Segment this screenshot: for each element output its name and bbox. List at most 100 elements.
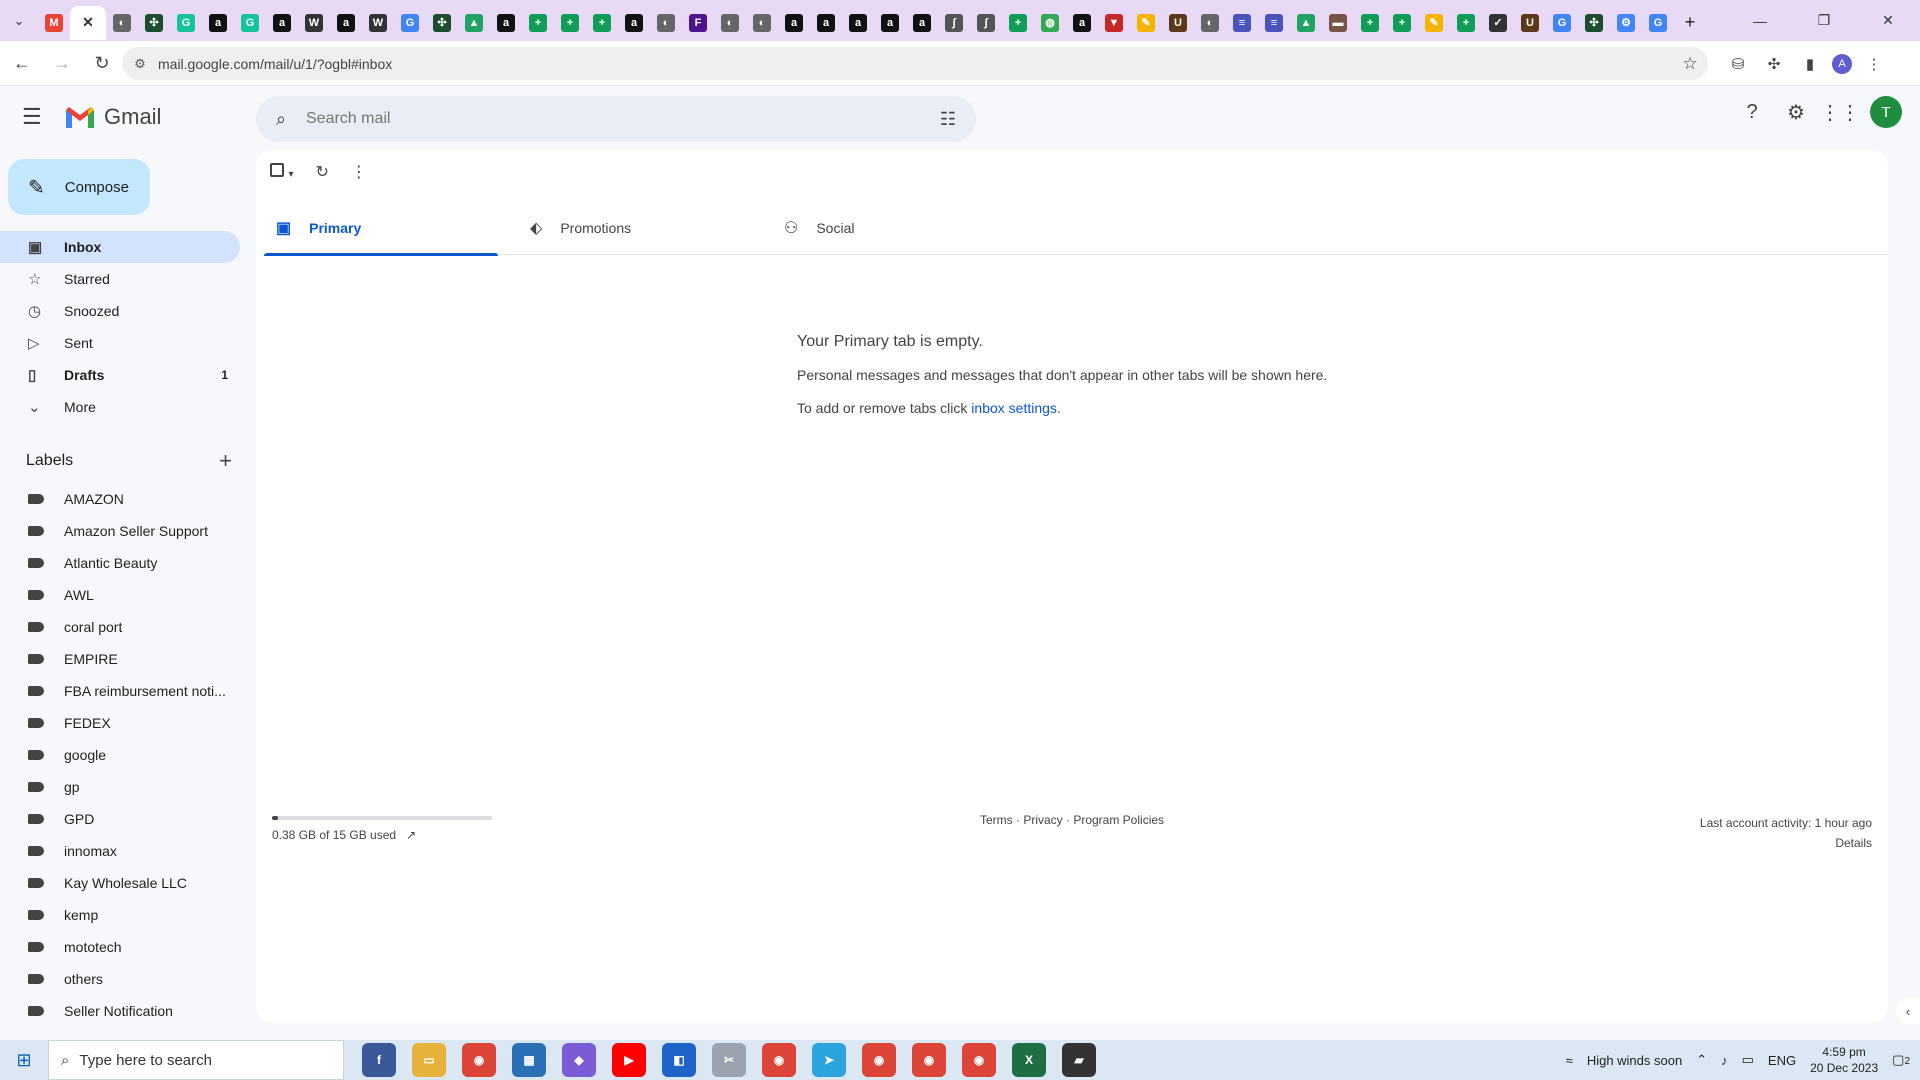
language-indicator[interactable]: ENG: [1768, 1053, 1796, 1068]
side-panel-toggle-icon[interactable]: ‹: [1896, 998, 1920, 1024]
tab-primary[interactable]: ▣ Primary: [264, 200, 518, 256]
compose-button[interactable]: ✎ Compose: [8, 159, 150, 215]
browser-tab[interactable]: G: [234, 6, 266, 40]
inbox-settings-link[interactable]: inbox settings: [971, 400, 1057, 416]
browser-tab[interactable]: U: [1514, 6, 1546, 40]
snipping-tool-icon[interactable]: ✂: [712, 1043, 746, 1077]
browser-tab[interactable]: ✣: [138, 6, 170, 40]
label-item[interactable]: FEDEX: [0, 707, 240, 739]
label-item[interactable]: AWL: [0, 579, 240, 611]
facebook-icon[interactable]: f: [362, 1043, 396, 1077]
browser-tab[interactable]: a: [202, 6, 234, 40]
weather-text[interactable]: High winds soon: [1587, 1053, 1682, 1068]
browser-tab[interactable]: ▲: [458, 6, 490, 40]
browser-tab[interactable]: W: [362, 6, 394, 40]
chrome-profile-c-icon[interactable]: ◉: [912, 1043, 946, 1077]
telegram-icon[interactable]: ➤: [812, 1043, 846, 1077]
label-item[interactable]: AMAZON: [0, 483, 240, 515]
label-item[interactable]: google: [0, 739, 240, 771]
tray-overflow-icon[interactable]: ⌃: [1696, 1052, 1707, 1068]
sidebar-item-starred[interactable]: ☆ Starred: [0, 263, 240, 295]
browser-tab[interactable]: ∫: [938, 6, 970, 40]
browser-tab[interactable]: a: [778, 6, 810, 40]
browser-tab[interactable]: G: [1546, 6, 1578, 40]
close-icon[interactable]: ✕: [82, 14, 94, 31]
chrome-profile-g-icon[interactable]: ◉: [962, 1043, 996, 1077]
select-all-checkbox[interactable]: ▾: [270, 162, 293, 182]
chrome-profile-a-icon[interactable]: ◉: [862, 1043, 896, 1077]
browser-profile-avatar[interactable]: A: [1832, 53, 1852, 74]
browser-tab[interactable]: a: [618, 6, 650, 40]
browser-tab[interactable]: U: [1162, 6, 1194, 40]
volume-icon[interactable]: ♪: [1721, 1053, 1728, 1068]
main-menu-icon[interactable]: ☰: [22, 106, 48, 130]
label-item[interactable]: mototech: [0, 931, 240, 963]
extensions-puzzle-icon[interactable]: ✣: [1760, 47, 1788, 80]
browser-tab[interactable]: ≡: [1258, 6, 1290, 40]
browser-tab[interactable]: a: [842, 6, 874, 40]
label-item[interactable]: FBA reimbursement noti...: [0, 675, 240, 707]
browser-tab[interactable]: +: [1386, 6, 1418, 40]
details-link[interactable]: Details: [1700, 833, 1872, 853]
browser-tab[interactable]: W: [298, 6, 330, 40]
browser-tab[interactable]: ⚙: [1610, 6, 1642, 40]
browser-tab[interactable]: a: [330, 6, 362, 40]
side-panel-icon[interactable]: ▮: [1796, 47, 1824, 80]
create-label-plus-icon[interactable]: +: [219, 448, 232, 474]
label-item[interactable]: GPD: [0, 803, 240, 835]
search-input[interactable]: [306, 110, 920, 128]
copilot-icon[interactable]: ◆: [562, 1043, 596, 1077]
chrome-icon[interactable]: ◉: [462, 1043, 496, 1077]
browser-tab[interactable]: ◍: [1034, 6, 1066, 40]
browser-tab[interactable]: G: [394, 6, 426, 40]
label-item[interactable]: innomax: [0, 835, 240, 867]
browser-tab[interactable]: a: [810, 6, 842, 40]
browser-tab[interactable]: ▲: [1290, 6, 1322, 40]
reload-icon[interactable]: ↻: [84, 45, 120, 81]
tab-promotions[interactable]: ⬖ Promotions: [518, 200, 772, 255]
label-item[interactable]: gp: [0, 771, 240, 803]
browser-tab[interactable]: ✣: [426, 6, 458, 40]
browser-tab[interactable]: ◐: [650, 6, 682, 40]
network-icon[interactable]: ▭: [1742, 1052, 1754, 1068]
browser-tab[interactable]: +: [554, 6, 586, 40]
browser-tab[interactable]: ✎: [1130, 6, 1162, 40]
browser-tab[interactable]: a: [490, 6, 522, 40]
site-info-icon[interactable]: ⚙: [122, 56, 158, 72]
refresh-icon[interactable]: ↻: [315, 162, 328, 182]
notifications-icon[interactable]: ▢2: [1892, 1052, 1910, 1068]
browser-tab[interactable]: +: [586, 6, 618, 40]
forward-arrow-icon[interactable]: →: [44, 45, 80, 81]
browser-tab[interactable]: G: [1642, 6, 1674, 40]
gmail-logo[interactable]: Gmail: [64, 104, 161, 130]
browser-tab[interactable]: ◐: [746, 6, 778, 40]
browser-tab[interactable]: ▼: [1098, 6, 1130, 40]
sidebar-item-drafts[interactable]: ▯ Drafts 1: [0, 359, 240, 391]
browser-tab[interactable]: ◐: [714, 6, 746, 40]
file-explorer-icon[interactable]: ▭: [412, 1043, 446, 1077]
back-arrow-icon[interactable]: ←: [4, 45, 40, 81]
search-options-icon[interactable]: ☷: [920, 109, 976, 130]
label-item[interactable]: kemp: [0, 899, 240, 931]
sidebar-item-inbox[interactable]: ▣ Inbox: [0, 231, 240, 263]
settings-gear-icon[interactable]: ⚙: [1782, 98, 1810, 126]
label-item[interactable]: coral port: [0, 611, 240, 643]
help-icon[interactable]: ?: [1738, 98, 1766, 126]
chrome-profile-icon[interactable]: ◉: [762, 1043, 796, 1077]
browser-tab[interactable]: +: [1354, 6, 1386, 40]
browser-tab[interactable]: ∫: [970, 6, 1002, 40]
account-avatar[interactable]: T: [1870, 96, 1902, 128]
tab-search-chevron-icon[interactable]: ⌄: [0, 0, 38, 41]
browser-tab[interactable]: a: [1066, 6, 1098, 40]
browser-tab[interactable]: a: [874, 6, 906, 40]
browser-tab[interactable]: a: [266, 6, 298, 40]
browser-tab[interactable]: G: [170, 6, 202, 40]
label-item[interactable]: Kay Wholesale LLC: [0, 867, 240, 899]
new-tab-plus-icon[interactable]: +: [1674, 6, 1706, 40]
browser-tab[interactable]: ✕: [70, 5, 106, 40]
browser-tab[interactable]: +: [1450, 6, 1482, 40]
url-text[interactable]: mail.google.com/mail/u/1/?ogbl#inbox: [158, 56, 1672, 72]
apps-grid-icon[interactable]: ⋮⋮: [1820, 98, 1860, 126]
excel-icon[interactable]: X: [1012, 1043, 1046, 1077]
store-icon[interactable]: ◧: [662, 1043, 696, 1077]
